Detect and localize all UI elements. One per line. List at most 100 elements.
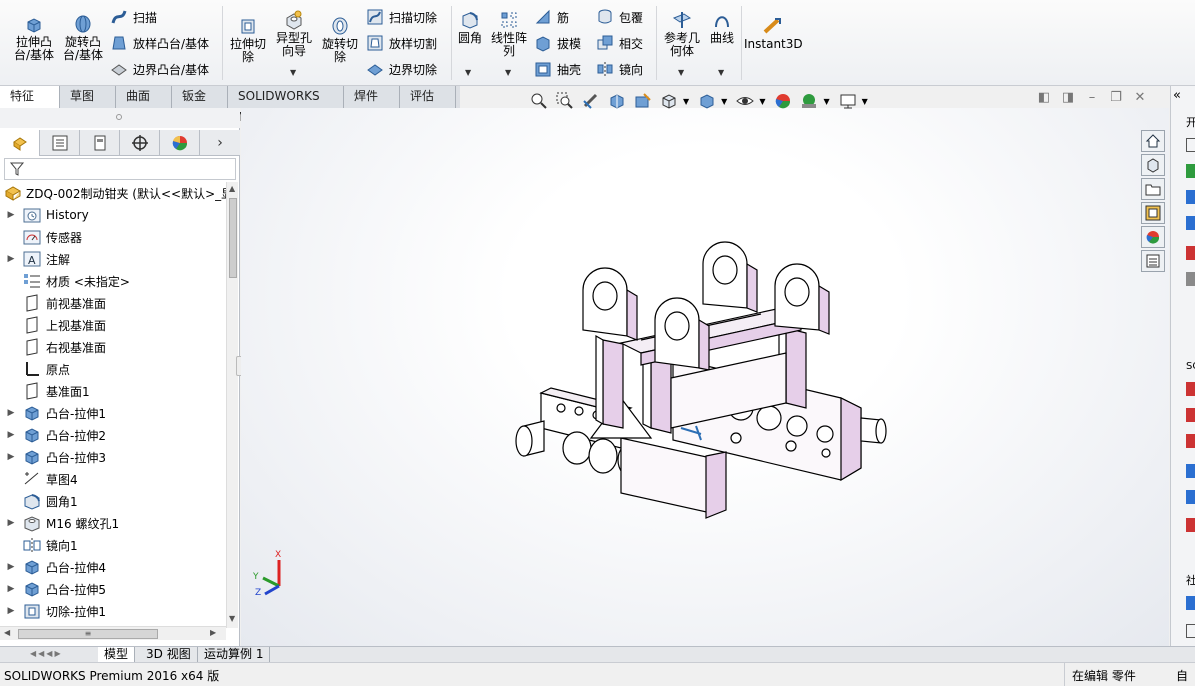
- tree-item[interactable]: 圆角1: [0, 490, 78, 512]
- task-pane-home-button[interactable]: [1141, 130, 1165, 152]
- orientation-dropdown-icon[interactable]: ▼: [683, 97, 689, 106]
- task-pane-appearances-button[interactable]: [1141, 226, 1165, 248]
- sweep-button[interactable]: 扫描: [110, 7, 157, 27]
- linear-pattern-dropdown-icon[interactable]: ▼: [505, 68, 511, 77]
- status-custom[interactable]: 自: [1176, 667, 1188, 684]
- linear-pattern-button[interactable]: 线性阵 列: [488, 10, 530, 58]
- task-pane-item-icon[interactable]: [1186, 490, 1195, 504]
- tree-item[interactable]: ▶ 切除-拉伸1: [0, 600, 106, 622]
- tree-item[interactable]: 上视基准面: [0, 314, 106, 336]
- tree-horizontal-scrollbar[interactable]: ◀ ≡ ▶: [0, 626, 226, 640]
- tab-sketch[interactable]: 草图: [60, 86, 116, 108]
- swept-cut-button[interactable]: 扫描切除: [366, 7, 437, 27]
- scrollbar-thumb[interactable]: [229, 198, 237, 278]
- task-pane-item-icon[interactable]: [1186, 596, 1195, 610]
- tree-item[interactable]: 基准面1: [0, 380, 90, 402]
- tree-item[interactable]: 原点: [0, 358, 70, 380]
- task-pane-custom-properties-button[interactable]: [1141, 250, 1165, 272]
- tree-item[interactable]: 右视基准面: [0, 336, 106, 358]
- fillet-button[interactable]: 圆角: [454, 10, 486, 45]
- property-manager-tab[interactable]: [40, 130, 80, 156]
- task-pane-item-icon[interactable]: [1186, 624, 1195, 638]
- tile-left-icon[interactable]: ◧: [1032, 90, 1056, 105]
- previous-view-button[interactable]: [579, 90, 603, 112]
- intersect-button[interactable]: 相交: [596, 33, 643, 53]
- scroll-right-icon[interactable]: ▶: [210, 628, 216, 637]
- close-icon[interactable]: ✕: [1128, 90, 1152, 105]
- tree-item[interactable]: ▶ 凸台-拉伸2: [0, 424, 106, 446]
- expand-arrow-icon[interactable]: ▶: [0, 584, 22, 594]
- panel-grip[interactable]: [0, 108, 240, 128]
- task-pane-file-explorer-button[interactable]: [1141, 178, 1165, 200]
- curves-dropdown-icon[interactable]: ▼: [718, 68, 724, 77]
- expand-arrow-icon[interactable]: ▶: [0, 518, 22, 528]
- configuration-manager-tab[interactable]: [80, 130, 120, 156]
- tab-mbd[interactable]: SOLIDWORKS MBD: [228, 86, 344, 124]
- graphics-area[interactable]: X Y Z: [241, 108, 1169, 646]
- curves-button[interactable]: 曲线: [706, 10, 738, 45]
- draft-button[interactable]: 拔模: [534, 33, 581, 53]
- zoom-to-fit-button[interactable]: [527, 90, 551, 112]
- restore-icon[interactable]: ❐: [1104, 90, 1128, 105]
- expand-arrow-icon[interactable]: ▶: [0, 430, 22, 440]
- tree-item[interactable]: 传感器: [0, 226, 82, 248]
- hide-show-dropdown-icon[interactable]: ▼: [759, 97, 765, 106]
- reference-geometry-dropdown-icon[interactable]: ▼: [678, 68, 684, 77]
- tree-vertical-scrollbar[interactable]: ▲ ▼: [226, 182, 238, 628]
- display-style-button[interactable]: [695, 90, 719, 112]
- view-settings-button[interactable]: [836, 90, 860, 112]
- panel-expand-arrow[interactable]: ›: [200, 130, 240, 156]
- loft-boss-button[interactable]: 放样凸台/基体: [110, 33, 209, 53]
- hole-wizard-button[interactable]: 异型孔 向导: [272, 10, 316, 58]
- task-pane-item-icon[interactable]: [1186, 408, 1195, 422]
- tab-3d-views[interactable]: 3D 视图: [140, 647, 198, 663]
- tree-item[interactable]: ▶ 凸台-拉伸4: [0, 556, 106, 578]
- tree-root-part[interactable]: ZDQ-002制动钳夹 (默认<<默认>_显示状态 1>): [0, 182, 226, 204]
- tree-item[interactable]: ▶ M16 螺纹孔1: [0, 512, 119, 534]
- display-manager-tab[interactable]: [160, 130, 200, 156]
- edit-appearance-button[interactable]: [771, 90, 795, 112]
- hide-show-items-button[interactable]: [733, 90, 757, 112]
- tab-scroll-arrows-icon[interactable]: ◀◀◀▶: [30, 649, 63, 658]
- scene-dropdown-icon[interactable]: ▼: [823, 97, 829, 106]
- task-pane-item-icon[interactable]: [1186, 272, 1195, 286]
- tab-evaluate[interactable]: 评估: [400, 86, 456, 108]
- task-pane-item-icon[interactable]: [1186, 216, 1195, 230]
- wrap-button[interactable]: 包覆: [596, 7, 643, 27]
- view-settings-dropdown-icon[interactable]: ▼: [862, 97, 868, 106]
- expand-arrow-icon[interactable]: ▶: [0, 408, 22, 418]
- view-orientation-button[interactable]: [657, 90, 681, 112]
- task-pane-item-icon[interactable]: [1186, 518, 1195, 532]
- tree-item[interactable]: ▶ 凸台-拉伸1: [0, 402, 106, 424]
- task-pane-item-icon[interactable]: [1186, 138, 1195, 152]
- rib-button[interactable]: 筋: [534, 7, 569, 27]
- task-pane-design-library-button[interactable]: [1141, 154, 1165, 176]
- instant3d-button[interactable]: Instant3D: [744, 16, 803, 51]
- hole-wizard-dropdown-icon[interactable]: ▼: [290, 68, 296, 77]
- tree-item[interactable]: 材质 <未指定>: [0, 270, 130, 292]
- extrude-cut-button[interactable]: 拉伸切 除: [226, 16, 270, 64]
- boundary-cut-button[interactable]: 边界切除: [366, 59, 437, 79]
- tile-right-icon[interactable]: ◨: [1056, 90, 1080, 105]
- collapse-task-pane-icon[interactable]: «: [1173, 88, 1181, 103]
- scroll-left-icon[interactable]: ◀: [4, 628, 10, 637]
- tab-features[interactable]: 特征: [0, 86, 60, 108]
- apply-scene-button[interactable]: [797, 90, 821, 112]
- revolve-boss-button[interactable]: 旋转凸 台/基体: [60, 14, 106, 62]
- expand-arrow-icon[interactable]: ▶: [0, 254, 22, 264]
- scroll-down-icon[interactable]: ▼: [229, 614, 235, 623]
- tree-item[interactable]: 草图4: [0, 468, 78, 490]
- tree-item[interactable]: ▶ 凸台-拉伸3: [0, 446, 106, 468]
- task-pane-item-icon[interactable]: [1186, 434, 1195, 448]
- task-pane-item-icon[interactable]: [1186, 164, 1195, 178]
- tab-weldments[interactable]: 焊件(D): [344, 86, 400, 124]
- tab-surfaces[interactable]: 曲面: [116, 86, 172, 108]
- task-pane-item-icon[interactable]: [1186, 382, 1195, 396]
- mirror-button[interactable]: 镜向: [596, 59, 643, 79]
- tree-item[interactable]: 镜向1: [0, 534, 78, 556]
- reference-geometry-button[interactable]: 参考几 何体: [660, 10, 704, 58]
- task-pane-view-palette-button[interactable]: [1141, 202, 1165, 224]
- boundary-boss-button[interactable]: 边界凸台/基体: [110, 59, 209, 79]
- task-pane-item-icon[interactable]: [1186, 190, 1195, 204]
- tab-sheet-metal[interactable]: 钣金: [172, 86, 228, 108]
